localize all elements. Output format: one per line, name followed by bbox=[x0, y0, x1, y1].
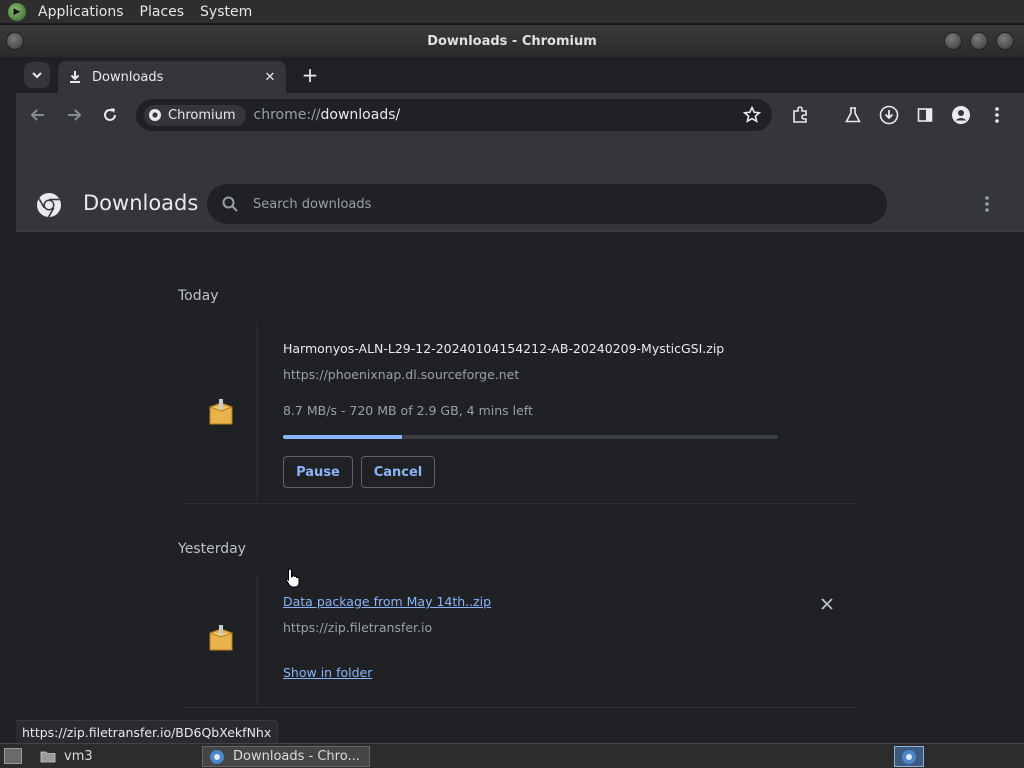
download-icon-column bbox=[182, 574, 258, 707]
tray-chromium-icon[interactable] bbox=[894, 746, 924, 767]
browser-menu-button[interactable] bbox=[985, 103, 1009, 127]
tab-strip: Downloads ✕ + bbox=[16, 57, 1024, 93]
download-progress-status: 8.7 MB/s - 720 MB of 2.9 GB, 4 mins left bbox=[283, 403, 533, 418]
distro-logo-icon[interactable]: ▶ bbox=[8, 2, 26, 21]
folder-icon bbox=[40, 751, 56, 762]
taskbar-item-label: Downloads - Chro... bbox=[233, 749, 360, 764]
bookmark-star-icon[interactable] bbox=[740, 103, 764, 127]
reload-button[interactable] bbox=[98, 103, 122, 127]
new-tab-button[interactable]: + bbox=[298, 63, 322, 87]
tab-downloads[interactable]: Downloads ✕ bbox=[58, 61, 286, 93]
hand-cursor-icon bbox=[285, 568, 300, 588]
download-item: Harmonyos-ALN-L29-12-20240104154212-AB-2… bbox=[182, 321, 856, 504]
browser-toolbar: Chromium chrome://downloads/ bbox=[16, 93, 1024, 137]
flask-icon bbox=[845, 107, 861, 123]
cancel-button[interactable]: Cancel bbox=[361, 456, 435, 488]
chevron-down-icon bbox=[32, 72, 42, 79]
tab-search-button[interactable] bbox=[24, 62, 50, 88]
site-info-chip[interactable]: Chromium bbox=[144, 104, 246, 126]
link-status-bubble: https://zip.filetransfer.io/BD6QbXekfNhx bbox=[16, 720, 279, 743]
browser-window: Downloads - Chromium Downloads ✕ + Chrom… bbox=[0, 25, 1024, 743]
extensions-button[interactable] bbox=[788, 103, 812, 127]
arrow-left-icon bbox=[30, 109, 44, 121]
download-progress-fill bbox=[283, 435, 402, 439]
top-panel: ▶ Applications Places System bbox=[0, 0, 1024, 24]
applications-menu[interactable]: Applications bbox=[34, 4, 128, 20]
downloads-menu-button[interactable] bbox=[975, 192, 999, 216]
labs-button[interactable] bbox=[841, 103, 865, 127]
bottom-taskbar: vm3 Downloads - Chro... bbox=[0, 743, 1024, 768]
system-menu[interactable]: System bbox=[196, 4, 256, 20]
show-in-folder-link[interactable]: Show in folder bbox=[283, 665, 372, 680]
remove-from-list-button[interactable] bbox=[817, 594, 837, 614]
window-menu-button[interactable] bbox=[6, 32, 24, 50]
side-panel-button[interactable] bbox=[913, 103, 937, 127]
taskbar-item-label: vm3 bbox=[64, 749, 93, 764]
taskbar-item-vm3[interactable]: vm3 bbox=[34, 746, 99, 767]
archive-file-icon bbox=[209, 399, 233, 425]
site-chip-label: Chromium bbox=[168, 107, 236, 123]
close-window-button[interactable] bbox=[996, 32, 1014, 50]
window-titlebar[interactable]: Downloads - Chromium bbox=[0, 25, 1024, 57]
address-bar[interactable]: Chromium chrome://downloads/ bbox=[136, 99, 772, 131]
download-progress-bar bbox=[283, 435, 778, 439]
maximize-button[interactable] bbox=[970, 32, 988, 50]
places-menu[interactable]: Places bbox=[136, 4, 189, 20]
download-icon bbox=[68, 70, 82, 84]
show-desktop-icon[interactable] bbox=[4, 748, 22, 764]
chromium-icon bbox=[210, 749, 224, 764]
toolbar-spacer bbox=[16, 137, 1024, 175]
avatar-icon bbox=[952, 106, 970, 124]
archive-file-icon bbox=[209, 625, 233, 651]
taskbar-item-chromium[interactable]: Downloads - Chro... bbox=[202, 746, 370, 767]
more-vert-icon bbox=[985, 196, 989, 212]
tab-close-icon[interactable]: ✕ bbox=[260, 70, 280, 85]
chromium-logo-icon bbox=[37, 193, 61, 218]
tab-title: Downloads bbox=[92, 69, 164, 85]
downloads-toolbar-button[interactable] bbox=[877, 103, 901, 127]
download-item: Data package from May 14th..zip https://… bbox=[182, 574, 856, 708]
url-text: chrome://downloads/ bbox=[254, 107, 401, 123]
search-icon bbox=[222, 196, 238, 212]
section-label-yesterday: Yesterday bbox=[178, 541, 246, 557]
url-scheme: chrome:// bbox=[253, 107, 321, 123]
download-source-url: https://zip.filetransfer.io bbox=[283, 620, 433, 635]
chromium-icon bbox=[902, 749, 916, 764]
download-icon-column bbox=[182, 321, 258, 503]
pause-button[interactable]: Pause bbox=[283, 456, 353, 488]
close-icon bbox=[821, 598, 833, 610]
back-button[interactable] bbox=[26, 103, 50, 127]
search-downloads-input[interactable] bbox=[253, 196, 853, 212]
search-box bbox=[207, 184, 887, 224]
downloads-page: Downloads Today Harmonyos-ALN-L29-12-202… bbox=[16, 175, 1024, 743]
window-title: Downloads - Chromium bbox=[427, 33, 597, 49]
reload-icon bbox=[104, 108, 116, 121]
downloads-header: Downloads bbox=[16, 175, 1024, 232]
url-path: downloads/ bbox=[320, 107, 401, 123]
download-progress-icon bbox=[879, 105, 899, 125]
download-file-link[interactable]: Data package from May 14th..zip bbox=[283, 594, 491, 609]
section-label-today: Today bbox=[178, 288, 219, 304]
side-panel-icon bbox=[917, 108, 933, 122]
arrow-right-icon bbox=[68, 109, 82, 121]
page-title: Downloads bbox=[83, 191, 199, 215]
minimize-button[interactable] bbox=[944, 32, 962, 50]
forward-button[interactable] bbox=[62, 103, 86, 127]
download-source-url: https://phoenixnap.dl.sourceforge.net bbox=[283, 367, 520, 382]
more-vert-icon bbox=[995, 107, 999, 123]
download-file-name: Harmonyos-ALN-L29-12-20240104154212-AB-2… bbox=[283, 341, 725, 356]
puzzle-icon bbox=[793, 106, 807, 123]
profile-button[interactable] bbox=[949, 103, 973, 127]
chromium-icon bbox=[149, 109, 161, 121]
